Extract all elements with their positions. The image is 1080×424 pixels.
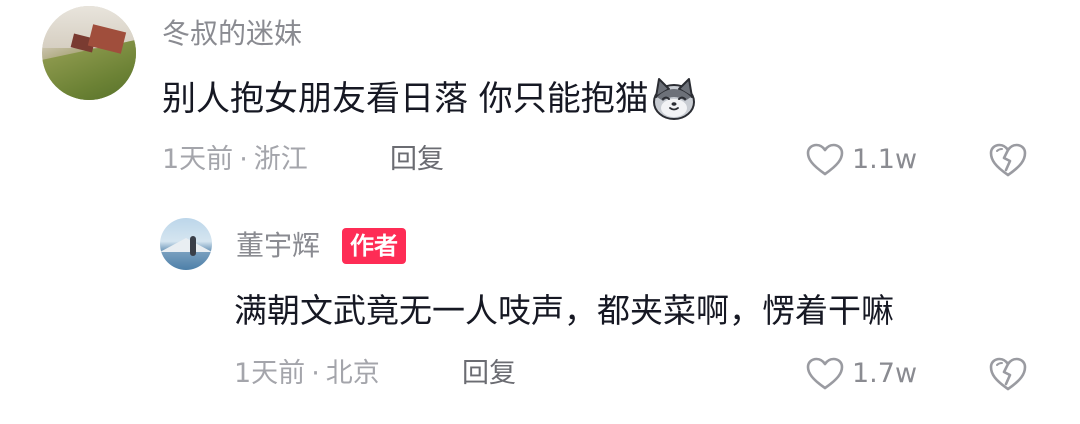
- avatar-mountain: [160, 238, 212, 252]
- comment-username[interactable]: 冬叔的迷妹: [162, 14, 302, 54]
- comment-text-row: 别人抱女朋友看日落 你只能抱猫: [162, 74, 697, 124]
- broken-heart-icon[interactable]: [988, 140, 1028, 180]
- avatar-person: [190, 236, 196, 256]
- comment-time: 1天前: [162, 144, 234, 175]
- broken-heart-icon[interactable]: [988, 354, 1028, 394]
- heart-outline-icon: [806, 357, 844, 390]
- cat-emoji-icon: [652, 77, 695, 120]
- avatar[interactable]: [160, 218, 212, 270]
- like-button[interactable]: 1.7w: [806, 354, 917, 394]
- heart-outline-icon: [806, 143, 844, 176]
- avatar[interactable]: [42, 6, 136, 100]
- comment-location: 浙江: [253, 144, 308, 175]
- reply-time: 1天前: [234, 358, 306, 389]
- reply-button[interactable]: 回复: [390, 140, 444, 180]
- reply-button[interactable]: 回复: [462, 354, 516, 394]
- reply-text: 满朝文武竟无一人吱声，都夹菜啊，愣着干嘛: [234, 291, 894, 330]
- meta-separator: ·: [239, 144, 248, 175]
- like-count: 1.1w: [852, 144, 918, 175]
- like-count: 1.7w: [852, 358, 918, 389]
- like-button[interactable]: 1.1w: [806, 140, 917, 180]
- meta-separator: ·: [311, 358, 320, 389]
- author-badge: 作者: [342, 228, 406, 264]
- comment-meta: 1天前 · 浙江: [162, 140, 308, 180]
- reply-meta: 1天前 · 北京: [234, 354, 380, 394]
- comment-text: 别人抱女朋友看日落 你只能抱猫: [162, 79, 649, 119]
- reply-location: 北京: [325, 358, 380, 389]
- reply-username[interactable]: 董宇辉: [236, 226, 320, 266]
